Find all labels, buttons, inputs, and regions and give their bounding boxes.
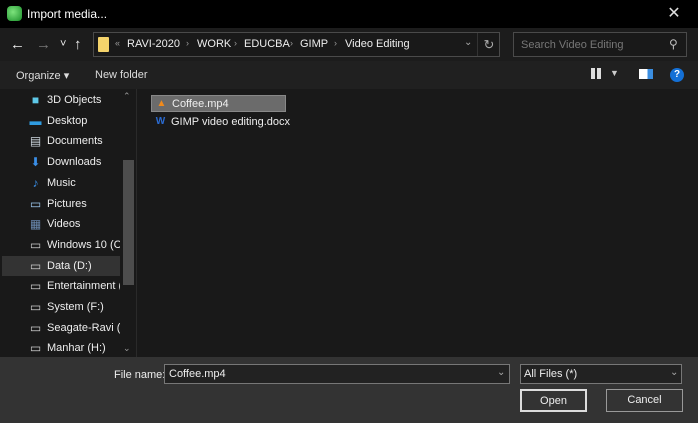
- cube-icon: ■: [31, 93, 40, 107]
- sidebar-item[interactable]: ▭ Manhar (H:): [2, 338, 120, 358]
- file-item[interactable]: ▲ Coffee.mp4: [151, 95, 286, 112]
- breadcrumb-separator[interactable]: ›: [290, 38, 293, 48]
- desktop-icon: ▬: [29, 113, 42, 128]
- help-icon[interactable]: ?: [670, 68, 684, 82]
- file-name: Coffee.mp4: [172, 97, 229, 110]
- sidebar-item-label: Documents: [47, 135, 103, 148]
- file-item[interactable]: W GIMP video editing.docx: [151, 113, 290, 130]
- breadcrumb-ravi-2020[interactable]: RAVI-2020: [127, 38, 180, 50]
- sidebar-scrollbar[interactable]: ⌃ ⌄: [121, 89, 135, 357]
- drive-icon: ▭: [29, 237, 42, 252]
- sidebar-item-label: Downloads: [47, 156, 102, 169]
- music-icon: ♪: [32, 175, 39, 190]
- sidebar-item[interactable]: ⬇ Downloads: [2, 152, 120, 172]
- download-icon: ⬇: [30, 155, 41, 170]
- overflow-chevron[interactable]: «: [115, 38, 120, 48]
- sidebar-item[interactable]: ▭ Data (D:): [2, 255, 120, 276]
- sidebar-item[interactable]: ■ 3D Objects: [2, 90, 120, 110]
- recent-locations-button[interactable]: ˅: [60, 38, 66, 50]
- drive-icon: ▭: [29, 341, 42, 356]
- scrollbar-thumb[interactable]: [123, 160, 134, 285]
- scroll-up-icon[interactable]: ⌃: [123, 91, 131, 102]
- videos-icon: ▦: [29, 217, 42, 232]
- sidebar-item-label: Entertainment (E:): [47, 280, 120, 293]
- sidebar-item-label: Data (D:): [47, 259, 92, 272]
- documents-icon: ▤: [29, 134, 42, 149]
- sidebar-item[interactable]: ▭ Seagate-Ravi (G:): [2, 318, 120, 338]
- preview-pane-icon[interactable]: [639, 69, 653, 79]
- drive-icon: ▭: [29, 320, 42, 335]
- sidebar-item-label: Pictures: [47, 197, 87, 210]
- sidebar-item[interactable]: ▭ System (F:): [2, 297, 120, 317]
- sidebar-item-label: Music: [47, 176, 76, 189]
- file-type-select[interactable]: All Files (*): [520, 364, 682, 384]
- forward-button[interactable]: →: [36, 36, 51, 53]
- view-options-icon[interactable]: [591, 68, 603, 79]
- word-icon: W: [155, 115, 166, 127]
- refresh-button[interactable]: ↻: [477, 33, 500, 56]
- sidebar-item[interactable]: ▬ Desktop: [2, 111, 120, 131]
- file-name-label: File name:: [114, 369, 166, 381]
- search-placeholder: Search Video Editing: [521, 39, 624, 51]
- up-button[interactable]: ↑: [74, 36, 82, 53]
- open-button[interactable]: Open: [520, 389, 587, 412]
- chevron-down-icon[interactable]: ⌄: [464, 37, 472, 48]
- view-dropdown-icon[interactable]: ▼: [610, 68, 619, 78]
- breadcrumb-separator[interactable]: ›: [334, 38, 337, 48]
- sidebar-item-label: System (F:): [47, 301, 104, 313]
- cancel-button[interactable]: Cancel: [606, 389, 683, 412]
- file-name: GIMP video editing.docx: [171, 115, 291, 128]
- window-title: Import media...: [27, 7, 108, 21]
- sidebar-item[interactable]: ▭ Windows 10 (C:): [2, 235, 120, 255]
- organize-button[interactable]: Organize ▾: [16, 69, 69, 82]
- drive-icon: ▭: [29, 258, 42, 273]
- sidebar-item-label: Desktop: [47, 114, 88, 127]
- close-button[interactable]: ✕: [662, 3, 686, 23]
- search-input[interactable]: Search Video Editing ⚲: [513, 32, 687, 57]
- app-icon: [7, 6, 22, 21]
- drive-icon: ▭: [29, 300, 42, 314]
- pictures-icon: ▭: [29, 196, 42, 211]
- breadcrumb-video-editing[interactable]: Video Editing: [345, 38, 410, 50]
- breadcrumb-work[interactable]: WORK: [197, 38, 231, 50]
- new-folder-button[interactable]: New folder: [95, 69, 148, 81]
- sidebar-item-label: 3D Objects: [47, 94, 102, 106]
- sidebar-item-label: Windows 10 (C:): [47, 238, 120, 251]
- address-bar[interactable]: « RAVI-2020 › WORK › EDUCBA › GIMP › Vid…: [93, 32, 500, 57]
- chevron-down-icon[interactable]: ⌄: [670, 367, 678, 378]
- back-button[interactable]: ←: [10, 36, 25, 53]
- chevron-down-icon[interactable]: ⌄: [497, 367, 505, 378]
- folder-icon: [98, 37, 109, 52]
- sidebar-item[interactable]: ▭ Entertainment (E:): [2, 276, 120, 296]
- sidebar-item-label: Seagate-Ravi (G:): [47, 321, 120, 334]
- breadcrumb-separator[interactable]: ›: [234, 38, 237, 48]
- search-icon[interactable]: ⚲: [669, 37, 678, 51]
- breadcrumb-educba[interactable]: EDUCBA: [244, 38, 290, 50]
- scroll-down-icon[interactable]: ⌄: [123, 343, 131, 354]
- breadcrumb-gimp[interactable]: GIMP: [300, 38, 328, 50]
- sidebar-item[interactable]: ▭ Pictures: [2, 194, 120, 214]
- drive-icon: ▭: [29, 279, 42, 294]
- sidebar-item-label: Manhar (H:): [47, 342, 106, 355]
- breadcrumb-separator[interactable]: ›: [186, 38, 189, 48]
- sidebar-item[interactable]: ▤ Documents: [2, 131, 120, 151]
- file-name-input[interactable]: Coffee.mp4: [164, 364, 510, 384]
- vlc-icon: ▲: [156, 97, 167, 109]
- sidebar-item-label: Videos: [47, 218, 81, 231]
- sidebar-item[interactable]: ▦ Videos: [2, 214, 120, 234]
- sidebar-item[interactable]: ♪ Music: [2, 173, 120, 193]
